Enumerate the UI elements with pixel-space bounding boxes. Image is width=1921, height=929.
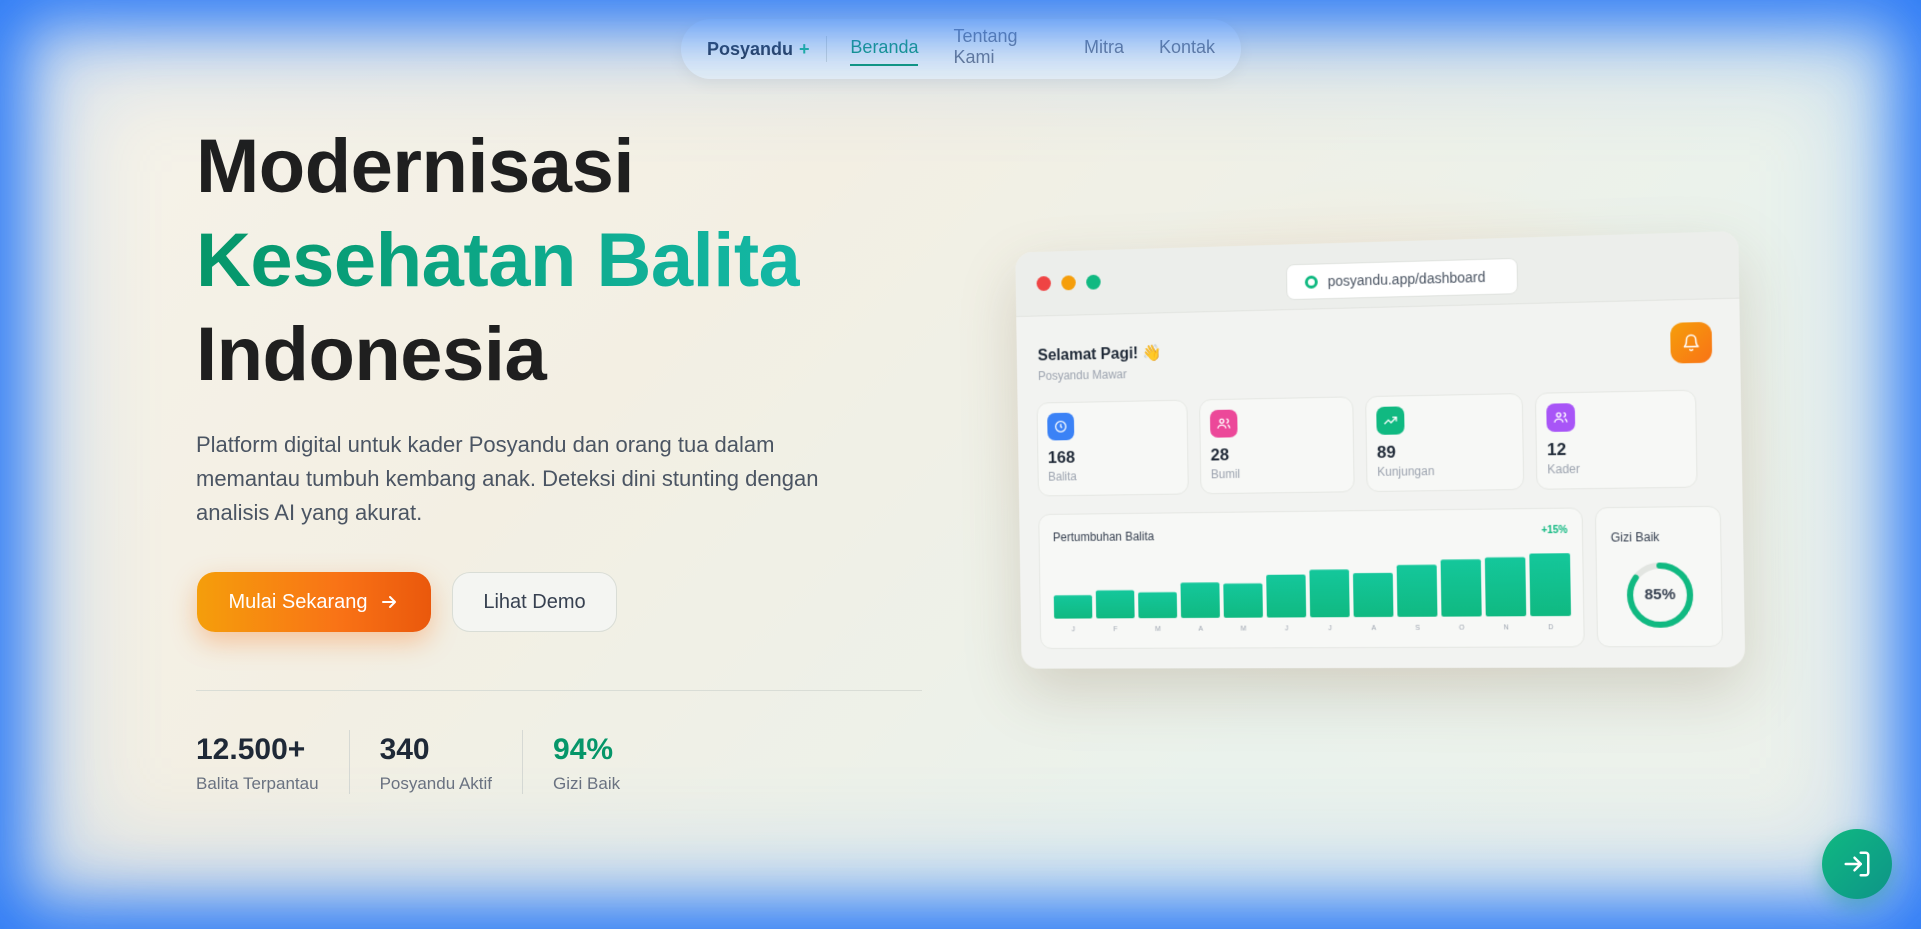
- arrow-right-icon: [382, 596, 397, 608]
- bar-chart: JFMAMJJASOND: [1053, 553, 1572, 633]
- card-label: Kader: [1547, 461, 1581, 477]
- summary-card: 89 Kunjungan: [1365, 393, 1525, 493]
- stat-value: 12.500+: [196, 733, 306, 766]
- card-label: Kunjungan: [1377, 464, 1435, 479]
- browser-bar: posyandu.app/dashboard: [1015, 231, 1740, 318]
- top-nav: Posyandu + Beranda Tentang Kami Mitra Ko…: [681, 19, 1241, 79]
- chart-tick-label: F: [1113, 626, 1117, 633]
- growth-chart: Pertumbuhan Balita +15% JFMAMJJASOND: [1038, 507, 1585, 650]
- chart-tick-label: S: [1415, 625, 1420, 632]
- chart-bar: [1440, 559, 1482, 617]
- start-now-label: Mulai Sekarang: [228, 590, 368, 613]
- stat-item: 340 Posyandu Aktif: [379, 730, 524, 794]
- trending-up-icon: [1376, 406, 1405, 435]
- baby-icon: [1047, 412, 1075, 441]
- stat-label: Gizi Baik: [553, 774, 621, 793]
- summary-card: 12 Kader: [1534, 389, 1698, 490]
- hero-title-line2: Kesehatan Balita: [196, 214, 801, 308]
- summary-card: 168 Balita: [1036, 399, 1189, 497]
- hero-title-line1: Modernisasi: [196, 124, 634, 209]
- chart-bar: [1309, 569, 1350, 618]
- stat-value: 94%: [553, 733, 614, 766]
- chart-tick-label: M: [1155, 626, 1161, 633]
- start-now-button[interactable]: Mulai Sekarang: [197, 572, 431, 632]
- users-icon: [1546, 403, 1576, 432]
- card-label: Balita: [1048, 469, 1077, 484]
- chart-tick-label: A: [1198, 626, 1203, 633]
- card-label: Bumil: [1210, 466, 1241, 482]
- stat-value: 340: [379, 733, 430, 766]
- brand-name: Posyandu: [707, 38, 794, 59]
- hero-title: Modernisasi Kesehatan Balita Indonesia: [196, 120, 801, 402]
- chart-tick-label: O: [1459, 625, 1465, 632]
- close-dot-icon: [1036, 276, 1052, 292]
- dashboard-preview: posyandu.app/dashboard Selamat Pagi! 👋 P…: [1015, 231, 1746, 669]
- summary-cards: 168 Balita 28 Bumil 89 Kunjungan 12 Kade…: [1036, 389, 1698, 497]
- summary-card: 28 Bumil: [1199, 396, 1355, 495]
- brand-plus: +: [799, 38, 810, 59]
- users-icon: [1209, 409, 1238, 438]
- chart-bar: [1484, 557, 1527, 617]
- chart-bar: [1266, 574, 1307, 618]
- nav-link-mitra[interactable]: Mitra: [1084, 37, 1124, 62]
- chart-tick-label: J: [1328, 625, 1332, 632]
- stats-row: 12.500+ Balita Terpantau 340 Posyandu Ak…: [196, 730, 680, 794]
- chart-bar: [1095, 590, 1135, 619]
- maximize-dot-icon: [1086, 274, 1101, 290]
- card-value: 168: [1047, 447, 1076, 467]
- bell-icon: [1682, 333, 1701, 352]
- stat-item: 94% Gizi Baik: [553, 730, 650, 794]
- stat-label: Posyandu Aktif: [379, 774, 493, 793]
- minimize-dot-icon: [1061, 275, 1076, 291]
- secure-icon: [1304, 274, 1318, 289]
- view-demo-button[interactable]: Lihat Demo: [452, 572, 617, 632]
- brand-logo[interactable]: Posyandu +: [707, 39, 810, 60]
- stat-item: 12.500+ Balita Terpantau: [196, 730, 350, 794]
- nutrition-gauge: [1596, 507, 1724, 649]
- nutrition-percent: 85%: [1644, 585, 1676, 604]
- login-fab-button[interactable]: [1822, 829, 1892, 899]
- card-value: 89: [1376, 442, 1396, 462]
- url-text: posyandu.app/dashboard: [1327, 268, 1486, 290]
- stats-divider: [196, 690, 922, 691]
- posyandu-name: Posyandu Mawar: [1037, 367, 1127, 383]
- chart-bar: [1053, 595, 1093, 619]
- chart-bar: [1529, 553, 1572, 617]
- chart-tick-label: N: [1504, 624, 1509, 631]
- chart-bar: [1138, 592, 1178, 619]
- greeting: Selamat Pagi! 👋: [1037, 344, 1162, 365]
- chart-tick-label: M: [1241, 626, 1247, 633]
- chart-tick-label: D: [1548, 624, 1553, 631]
- card-value: 12: [1546, 439, 1567, 460]
- chart-bar: [1396, 564, 1438, 617]
- nav-link-tentang-kami[interactable]: Tentang Kami: [953, 26, 1048, 72]
- chart-bar: [1223, 583, 1263, 618]
- nav-link-beranda[interactable]: Beranda: [850, 37, 919, 66]
- nav-link-kontak[interactable]: Kontak: [1159, 37, 1215, 62]
- chart-bar: [1180, 582, 1220, 619]
- login-icon: [1844, 851, 1870, 877]
- chart-tick-label: J: [1072, 626, 1075, 633]
- nutrition-card: Gizi Baik 85%: [1594, 505, 1724, 649]
- hero-description: Platform digital untuk kader Posyandu da…: [196, 432, 819, 525]
- chart-bar: [1352, 572, 1394, 618]
- stat-label: Balita Terpantau: [196, 774, 319, 793]
- notification-button: [1670, 321, 1713, 364]
- chart-tick-label: A: [1371, 625, 1376, 632]
- chart-tick-label: J: [1285, 625, 1289, 632]
- nav-divider: [825, 36, 827, 62]
- card-value: 28: [1210, 445, 1230, 465]
- hero-title-line3: Indonesia: [196, 312, 547, 397]
- url-bar: posyandu.app/dashboard: [1285, 257, 1519, 301]
